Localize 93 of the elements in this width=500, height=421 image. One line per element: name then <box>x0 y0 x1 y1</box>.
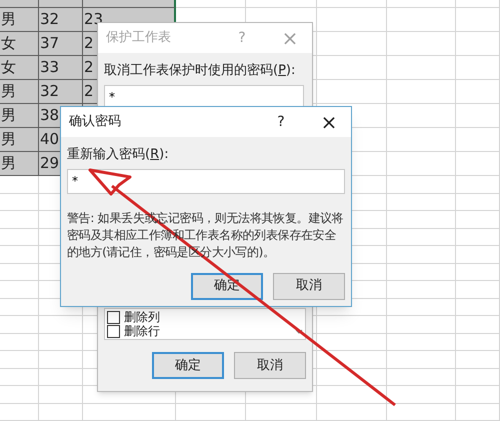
table-cell <box>176 404 246 421</box>
table-cell <box>387 334 456 351</box>
table-cell: 32 <box>39 8 83 32</box>
table-cell <box>387 264 456 281</box>
checkbox[interactable] <box>107 310 120 324</box>
table-cell <box>456 298 500 316</box>
table-cell <box>387 316 456 334</box>
table-cell <box>456 104 500 128</box>
table-cell <box>0 246 39 264</box>
table-cell <box>0 404 39 421</box>
table-cell <box>456 316 500 334</box>
table-cell <box>456 246 500 264</box>
table-cell <box>317 334 387 351</box>
table-cell <box>456 176 500 194</box>
table-cell <box>387 32 456 56</box>
table-cell: 37 <box>39 32 83 56</box>
table-cell <box>387 211 456 228</box>
table-cell: 男 <box>0 104 39 128</box>
table-cell <box>0 351 39 368</box>
table-cell <box>246 404 317 421</box>
table-cell <box>0 264 39 281</box>
table-cell <box>456 368 500 386</box>
table-cell: 男 <box>0 128 39 152</box>
option-label: 删除行 <box>124 324 160 338</box>
table-cell <box>456 228 500 246</box>
table-cell <box>456 152 500 176</box>
table-cell <box>387 386 456 404</box>
table-cell <box>456 128 500 152</box>
table-cell <box>387 56 456 80</box>
table-cell <box>387 176 456 194</box>
table-cell <box>0 228 39 246</box>
scroll-down-icon[interactable] <box>295 329 303 335</box>
table-cell <box>456 80 500 104</box>
dialog-title: 保护工作表 <box>106 29 172 48</box>
table-cell <box>456 8 500 32</box>
table-cell: 男 <box>0 80 39 104</box>
table-cell <box>387 404 456 421</box>
table-cell: 女 <box>0 56 39 80</box>
dialog-button[interactable]: 取消 <box>273 272 345 300</box>
password-field[interactable]: * <box>67 168 345 194</box>
table-cell <box>317 386 387 404</box>
table-cell <box>387 128 456 152</box>
table-cell: 32 <box>39 80 83 104</box>
table-cell <box>387 351 456 368</box>
table-cell <box>0 211 39 228</box>
table-cell: 男 <box>0 8 39 32</box>
table-cell <box>387 298 456 316</box>
table-cell <box>0 194 39 211</box>
table-cell <box>456 386 500 404</box>
table-cell <box>456 56 500 80</box>
password-field[interactable]: * <box>104 84 304 108</box>
table-cell <box>387 281 456 298</box>
table-cell <box>387 228 456 246</box>
table-cell <box>317 316 387 334</box>
table-cell <box>387 368 456 386</box>
table-cell <box>317 351 387 368</box>
table-cell <box>39 386 83 404</box>
table-cell <box>317 404 387 421</box>
table-cell <box>456 281 500 298</box>
table-cell <box>317 56 387 80</box>
table-cell <box>0 316 39 334</box>
table-cell <box>456 32 500 56</box>
table-cell <box>0 386 39 404</box>
table-cell <box>39 404 83 421</box>
table-cell <box>0 368 39 386</box>
table-cell <box>39 368 83 386</box>
table-cell <box>456 264 500 281</box>
table-cell <box>456 334 500 351</box>
table-cell <box>387 8 456 32</box>
table-cell <box>387 246 456 264</box>
table-cell <box>456 211 500 228</box>
table-cell <box>0 334 39 351</box>
table-cell: 女 <box>0 32 39 56</box>
option-label: 删除列 <box>124 310 160 324</box>
table-cell <box>387 152 456 176</box>
table-cell <box>39 334 83 351</box>
help-button[interactable]: ? <box>271 112 291 132</box>
table-cell <box>387 104 456 128</box>
table-cell <box>456 404 500 421</box>
table-cell <box>456 194 500 211</box>
close-button[interactable]: × <box>319 112 339 132</box>
table-cell: 33 <box>39 56 83 80</box>
dialog-button[interactable]: 确定 <box>152 352 224 379</box>
table-cell <box>317 8 387 32</box>
table-cell <box>456 351 500 368</box>
table-cell <box>317 32 387 56</box>
dialog-button[interactable]: 取消 <box>234 352 306 379</box>
table-cell <box>317 80 387 104</box>
table-cell <box>0 298 39 316</box>
table-cell <box>387 194 456 211</box>
table-cell <box>387 80 456 104</box>
table-cell: 男 <box>0 152 39 176</box>
checkbox[interactable] <box>107 324 120 338</box>
